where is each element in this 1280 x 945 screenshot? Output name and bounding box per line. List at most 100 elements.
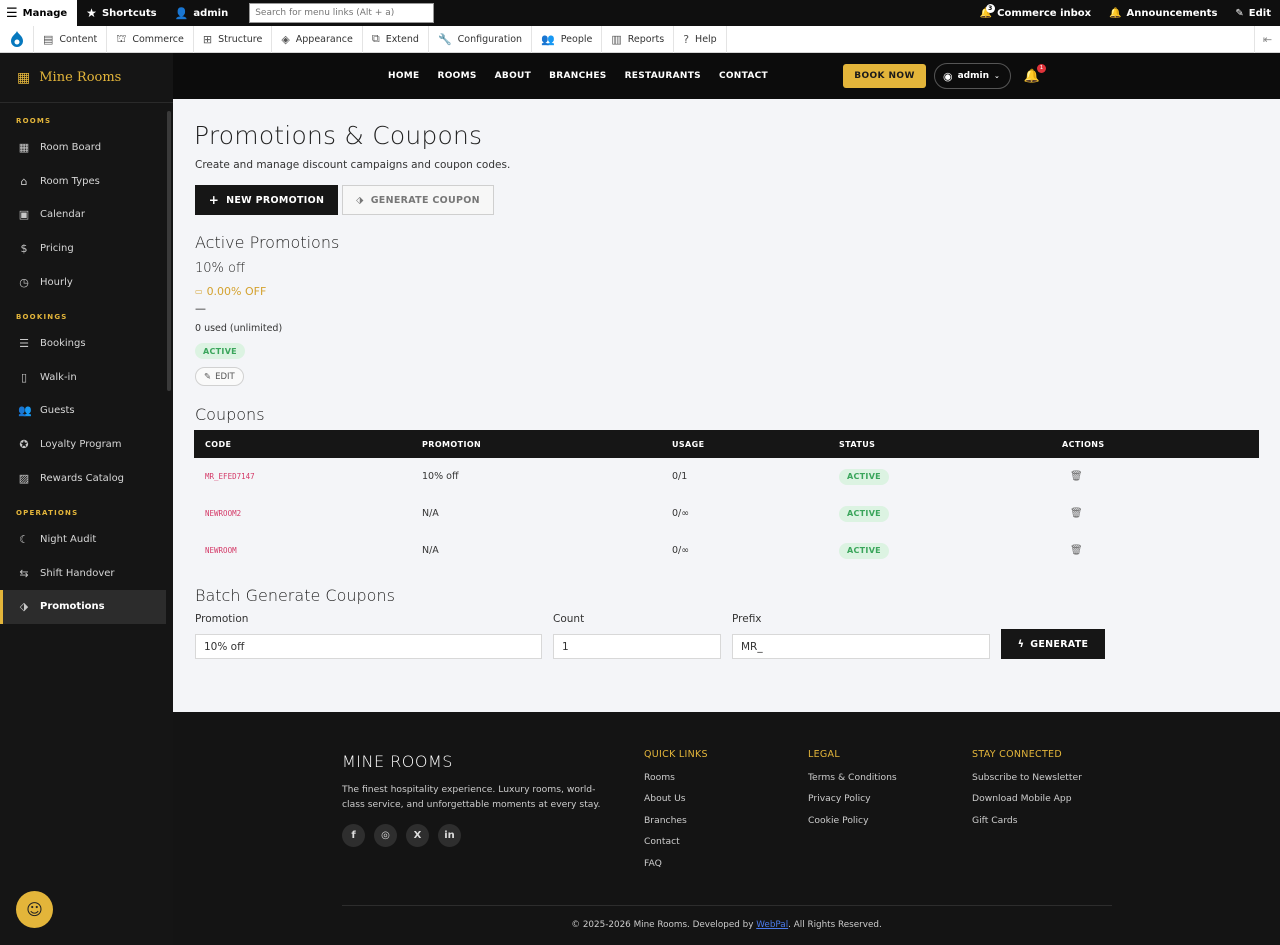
sidebar-item-label: Pricing [40,243,74,255]
tray-item-commerce[interactable]: ⛫ Commerce [107,25,194,53]
discount-value: 0.00% OFF [206,285,267,298]
promotion-select[interactable]: 10% off [195,634,542,659]
nav-branches[interactable]: BRANCHES [549,71,606,81]
sidebar-item-walk-in[interactable]: ▯ Walk-in [0,361,173,395]
tray-item-help[interactable]: ? Help [674,25,727,53]
promotion-usage: 0 used (unlimited) [195,323,283,334]
column-header: CODE [205,439,232,449]
generate-coupon-button[interactable]: ⬗ GENERATE COUPON [342,185,494,215]
wrench-icon: 🔧 [437,32,452,46]
x-icon[interactable]: X [406,824,429,847]
instagram-icon[interactable]: ◎ [374,824,397,847]
tray-item-content[interactable]: ▤ Content [34,25,108,53]
status-badge: ACTIVE [839,468,889,485]
footer-link[interactable]: Branches [644,815,708,836]
sidebar-item-bookings[interactable]: ☰ Bookings [0,327,173,361]
page-subtitle: Create and manage discount campaigns and… [195,159,511,171]
facebook-icon[interactable]: f [342,824,365,847]
footer-link[interactable]: Privacy Policy [808,793,897,814]
tray-item-appearance[interactable]: ◈ Appearance [272,25,363,53]
delete-icon[interactable]: 🗑 [1062,508,1083,519]
edit-promotion-button[interactable]: ✎ EDIT [195,367,244,386]
tray-item-reports[interactable]: ▥ Reports [602,25,675,53]
copyright-text: . All Rights Reserved. [788,920,882,930]
announcements-button[interactable]: 🔔 Announcements [1100,0,1226,26]
sidebar-item-hourly[interactable]: ◷ Hourly [0,265,173,299]
coupons-table: CODE PROMOTION USAGE STATUS ACTIONS MR_E… [194,430,1259,569]
admin-user-button[interactable]: 👤 admin [166,0,238,26]
footer-link[interactable]: Gift Cards [972,815,1082,836]
menu-search-input[interactable] [249,3,435,23]
concierge-icon: ☺ [26,900,43,919]
footer-brand: MINE ROOMS [342,752,453,771]
user-menu-button[interactable]: ◉ admin ⌄ [933,63,1011,89]
site-header: HOME ROOMS ABOUT BRANCHES RESTAURANTS CO… [173,53,1280,99]
sidebar-item-label: Promotions [40,601,105,613]
sidebar-item-loyalty-program[interactable]: ✪ Loyalty Program [0,428,173,462]
footer-link[interactable]: FAQ [644,858,708,879]
footer-link[interactable]: Download Mobile App [972,793,1082,814]
table-header: CODE PROMOTION USAGE STATUS ACTIONS [194,430,1259,458]
tray-item-people[interactable]: 👥 People [532,25,603,53]
delete-icon[interactable]: 🗑 [1062,471,1083,482]
sidebar-scrollbar[interactable] [167,111,171,391]
generate-button[interactable]: ϟ GENERATE [1001,629,1105,659]
footer-column-title: QUICK LINKS [644,749,708,760]
notifications-button[interactable]: 🔔 1 [1024,63,1047,84]
social-links: f ◎ X in [342,824,461,847]
promotion-discount: ▭ 0.00% OFF [195,285,266,298]
sidebar-item-room-board[interactable]: ▦ Room Board [0,131,173,165]
megaphone-icon: 🔔 [1109,7,1122,19]
tray-label: Help [695,33,717,45]
footer-link[interactable]: Rooms [644,772,708,793]
count-input[interactable]: 1 [553,634,721,659]
footer-link[interactable]: Terms & Conditions [808,772,897,793]
concierge-button[interactable]: ☺ [16,891,53,928]
tray-item-structure[interactable]: ⊞ Structure [194,25,273,53]
prefix-input[interactable]: MR_ [732,634,990,659]
footer-stay-connected: STAY CONNECTED Subscribe to Newsletter D… [972,749,1082,836]
sidebar-item-pricing[interactable]: $ Pricing [0,232,173,266]
book-now-button[interactable]: BOOK NOW [842,64,926,88]
sidebar-brand[interactable]: ▦ Mine Rooms [0,53,173,103]
shortcuts-label: Shortcuts [101,7,157,19]
delete-icon[interactable]: 🗑 [1062,545,1083,556]
sidebar-item-shift-handover[interactable]: ⇆ Shift Handover [0,557,173,591]
linkedin-icon[interactable]: in [438,824,461,847]
sidebar-item-label: Room Types [40,175,100,187]
coupon-code: NEWROOM [205,546,237,555]
footer-link[interactable]: Subscribe to Newsletter [972,772,1082,793]
nav-contact[interactable]: CONTACT [719,71,768,81]
commerce-inbox-button[interactable]: 🔔 3 Commerce inbox [971,0,1100,26]
shortcuts-button[interactable]: ★ Shortcuts [77,0,165,26]
nav-restaurants[interactable]: RESTAURANTS [625,71,701,81]
sidebar-item-guests[interactable]: 👥 Guests [0,394,173,428]
tray-label: People [560,33,593,45]
batch-generate-heading: Batch Generate Coupons [195,586,395,605]
manage-button[interactable]: ☰ Manage [0,0,78,26]
footer-link[interactable]: Contact [644,836,708,857]
tray-label: Reports [627,33,665,45]
sidebar-item-promotions[interactable]: ⬗ Promotions [0,590,166,624]
developer-link[interactable]: WebPal [756,920,788,930]
new-promotion-button[interactable]: + NEW PROMOTION [195,185,338,215]
nav-rooms[interactable]: ROOMS [438,71,477,81]
coupon-promotion: N/A [422,508,439,519]
reports-icon: ▥ [611,32,622,46]
chevron-down-icon: ⌄ [993,72,1000,80]
nav-about[interactable]: ABOUT [495,71,531,81]
sidebar-item-room-types[interactable]: ⌂ Room Types [0,165,173,199]
sidebar-item-rewards-catalog[interactable]: ▨ Rewards Catalog [0,461,173,495]
footer-link[interactable]: Cookie Policy [808,815,897,836]
nav-home[interactable]: HOME [388,71,420,81]
footer-link[interactable]: About Us [644,793,708,814]
sidebar-item-night-audit[interactable]: ☾ Night Audit [0,523,173,557]
drupal-logo-icon[interactable] [0,25,34,53]
tray-item-configuration[interactable]: 🔧 Configuration [429,25,533,53]
tray-orientation-toggle[interactable]: ⇤ [1254,25,1280,53]
edit-button[interactable]: ✎ Edit [1226,0,1280,26]
sidebar-item-calendar[interactable]: ▣ Calendar [0,198,173,232]
user-circle-icon: ◉ [942,69,953,83]
tray-item-extend[interactable]: ⧉ Extend [363,25,429,53]
sidebar-item-label: Calendar [40,209,85,221]
